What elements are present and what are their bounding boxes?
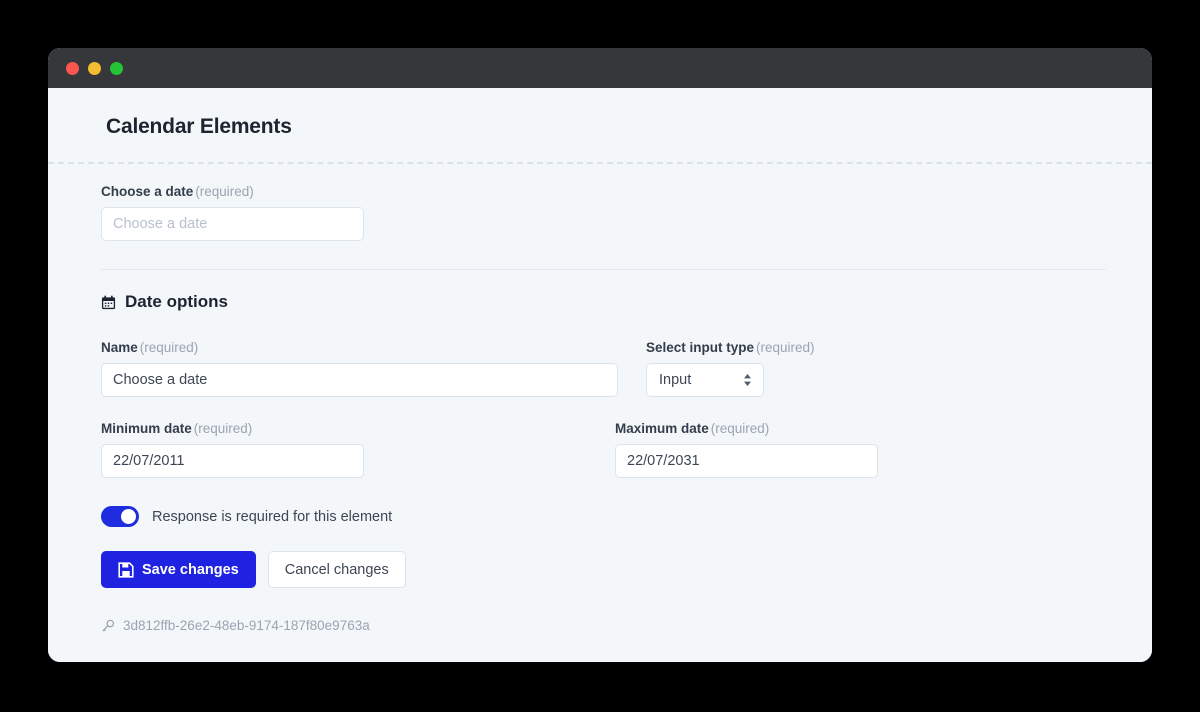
required-toggle-label: Response is required for this element [152, 508, 393, 525]
maximum-date-group: Maximum date (required) [615, 421, 878, 478]
input-type-label: Select input type (required) [646, 340, 815, 355]
date-preview-group: Choose a date (required) [101, 164, 1152, 241]
input-type-selected-value: Input [659, 372, 692, 388]
name-and-type-row: Name(required) Select input type(require… [101, 340, 1152, 397]
maximum-date-required-note: (required) [710, 421, 770, 436]
date-options-heading: Date options [101, 292, 1152, 312]
section-divider [101, 269, 1106, 270]
minimum-date-label-text: Minimum date [101, 421, 192, 436]
form-body: Choose a date (required) Choose a date D… [48, 164, 1152, 633]
minimum-date-required-note: (required) [193, 421, 253, 436]
maximum-date-label-text: Maximum date [615, 421, 709, 436]
minimum-date-input[interactable] [101, 444, 364, 478]
page-content: Calendar Elements Choose a date (required… [48, 88, 1152, 662]
date-options-title: Date options [125, 292, 228, 311]
cancel-changes-button[interactable]: Cancel changes [267, 551, 406, 588]
window-minimize-button[interactable] [88, 61, 101, 75]
required-toggle[interactable] [101, 506, 139, 527]
element-id-row: 3d812ffb-26e2-48eb-9174-187f80e9763a [101, 618, 1152, 633]
date-preview-label-text: Choose a date [101, 184, 194, 199]
save-changes-button[interactable]: Save changes [101, 551, 256, 588]
min-max-date-row: Minimum date(required) Maximum date(requ… [101, 421, 1152, 478]
window-titlebar [48, 48, 1152, 88]
minimum-date-label: Minimum date (required) [101, 421, 646, 436]
key-icon [101, 619, 115, 633]
toggle-knob [121, 509, 136, 524]
name-input[interactable] [101, 363, 618, 397]
name-field-group: Name (required) [101, 340, 646, 397]
minimum-date-group: Minimum date (required) [101, 421, 646, 478]
date-preview-required-note: (required) [195, 184, 254, 199]
save-floppy-icon [118, 561, 134, 578]
name-field-required-note: (required) [139, 340, 199, 355]
name-field-label-text: Name [101, 340, 138, 355]
window-close-button[interactable] [66, 61, 79, 75]
page-title: Calendar Elements [106, 115, 292, 138]
maximum-date-input[interactable] [615, 444, 878, 478]
cancel-changes-label: Cancel changes [284, 561, 389, 578]
chevron-updown-icon [742, 372, 753, 388]
date-preview-input[interactable] [101, 207, 364, 241]
input-type-select[interactable]: Input [646, 363, 764, 397]
save-changes-label: Save changes [142, 561, 239, 578]
calendar-icon [101, 295, 116, 310]
form-actions: Save changes Cancel changes [101, 551, 1152, 588]
name-field-label: Name (required) [101, 340, 646, 355]
date-preview-label: Choose a date (required) [101, 184, 1152, 199]
input-type-field-group: Select input type (required) Input [646, 340, 815, 397]
required-toggle-row: Response is required for this element [101, 506, 1152, 527]
element-id-text: 3d812ffb-26e2-48eb-9174-187f80e9763a [123, 618, 370, 633]
app-window: Calendar Elements Choose a date (required… [48, 48, 1152, 662]
window-maximize-button[interactable] [110, 61, 123, 75]
input-type-required-note: (required) [756, 340, 815, 355]
maximum-date-label: Maximum date (required) [615, 421, 878, 436]
input-type-label-text: Select input type [646, 340, 755, 355]
